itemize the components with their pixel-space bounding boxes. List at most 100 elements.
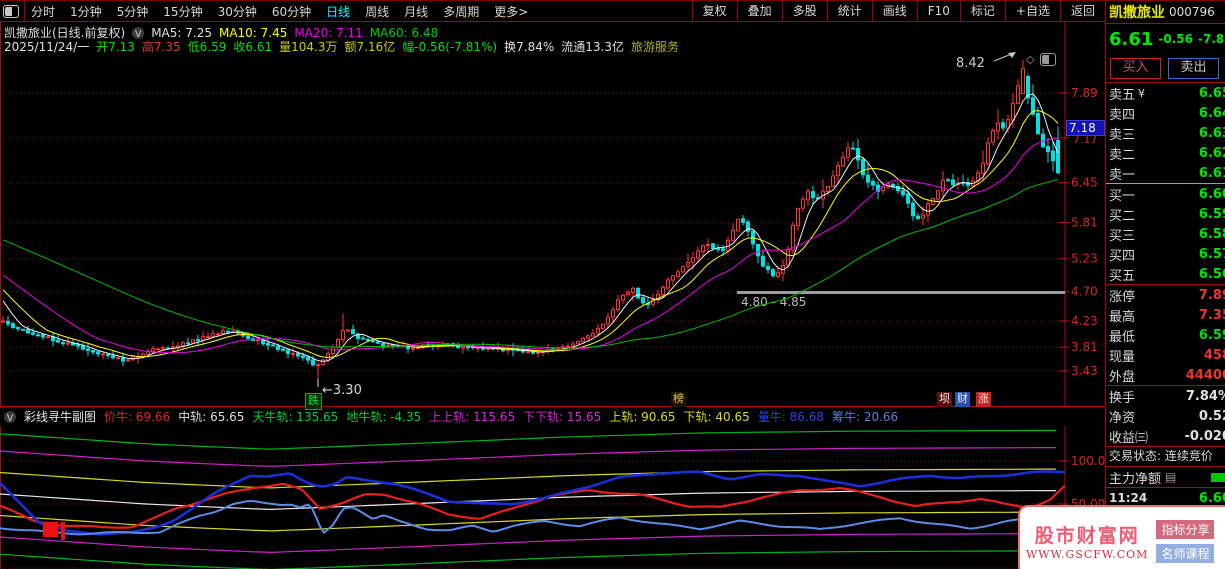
level-price: 458: [1203, 347, 1225, 363]
toolbar-button-返回[interactable]: 返回: [1059, 1, 1105, 21]
stat-row-外盘[interactable]: 外盘 44400: [1106, 365, 1225, 385]
level-label: 净资: [1109, 410, 1136, 426]
level-label: 买三: [1109, 228, 1136, 244]
tab-15分钟[interactable]: 15分钟: [163, 3, 202, 20]
indicator-legend-item: 量牛: 86.68: [757, 410, 824, 424]
panel-toggle-icon[interactable]: [1040, 53, 1057, 66]
level-label: 买二: [1109, 208, 1136, 224]
toolbar-button-叠加[interactable]: 叠加: [736, 1, 782, 21]
ask-row-卖一[interactable]: 卖一 6.61: [1106, 163, 1225, 183]
toolbar-button-画线[interactable]: 画线: [871, 1, 917, 21]
level-price: 6.59: [1198, 206, 1225, 222]
list-icon[interactable]: ▤: [1165, 470, 1176, 484]
watermark-text: 股市财富网 WWW.GSCFW.COM: [1026, 521, 1148, 561]
event-badge-跌: 跌: [305, 393, 322, 410]
ask-row-卖四[interactable]: 卖四 6.64: [1106, 103, 1225, 123]
stock-code: 000796: [1169, 5, 1215, 19]
event-badge-坝: 坝: [937, 392, 952, 407]
tab-周线[interactable]: 周线: [365, 3, 389, 20]
bid-row-买五[interactable]: 买五 6.56: [1106, 264, 1225, 284]
svg-text:3.81: 3.81: [1071, 340, 1098, 354]
svg-text:5.23: 5.23: [1071, 252, 1098, 266]
tab-30分钟[interactable]: 30分钟: [218, 3, 257, 20]
level-label: 卖二: [1109, 147, 1136, 163]
level-price: -0.020: [1184, 428, 1225, 444]
level-price: 6.60: [1198, 186, 1225, 202]
svg-text:8.42: 8.42: [956, 56, 985, 71]
level-label: 收益㈢: [1109, 430, 1149, 446]
level-label: 卖三: [1109, 127, 1136, 143]
stat-row-净资[interactable]: 净资 0.52: [1106, 406, 1225, 426]
indicator-legend-item: 中轨: 65.65: [178, 410, 245, 424]
toolbar-button-多股[interactable]: 多股: [781, 1, 827, 21]
toolbar-button-复权[interactable]: 复权: [691, 1, 737, 21]
svg-text:5.81: 5.81: [1071, 216, 1098, 230]
stat-row-最低[interactable]: 最低 6.59: [1106, 325, 1225, 345]
bid-row-买三[interactable]: 买三 6.58: [1106, 224, 1225, 244]
sell-button[interactable]: 卖出: [1168, 57, 1219, 79]
chevron-down-icon[interactable]: v: [132, 26, 145, 39]
level-label: 最高: [1109, 309, 1136, 325]
tab-多周期[interactable]: 多周期: [443, 3, 479, 20]
split-window-icon[interactable]: [3, 4, 19, 18]
ohlc-item: 额7.16亿: [344, 40, 396, 54]
svg-text:←3.30: ←3.30: [322, 383, 362, 398]
price-change: -0.56: [1158, 32, 1194, 46]
level-label: 换手: [1109, 390, 1136, 406]
level-price: 6.65: [1198, 85, 1225, 101]
stat-row-现量[interactable]: 现量 458: [1106, 345, 1225, 365]
tab-更多>[interactable]: 更多>: [494, 3, 528, 20]
ohlc-item: 旅游服务: [630, 40, 679, 54]
last-price: 6.61: [1109, 28, 1154, 50]
diamond-icon[interactable]: ◇: [1026, 53, 1034, 66]
watermark: 股市财富网 WWW.GSCFW.COM 指标分享 名师课程: [1018, 505, 1225, 569]
main-force-label: 主力净额: [1109, 471, 1162, 487]
tab-5分钟[interactable]: 5分钟: [117, 3, 149, 20]
last-price-tag: 7.18: [1066, 120, 1105, 136]
ask-row-卖五[interactable]: 卖五¥6.65: [1106, 83, 1225, 103]
bid-row-买二[interactable]: 买二 6.59: [1106, 204, 1225, 224]
stat-row-收益㈢[interactable]: 收益㈢ -0.020: [1106, 426, 1225, 446]
main-force-bar: [1211, 473, 1225, 482]
level-label: 外盘: [1109, 369, 1136, 385]
indicator-header: v 彩线寻牛副图 价牛: 69.66 中轨: 65.65 天牛轨: 135.65 地牛…: [0, 406, 1105, 426]
ask-row-卖二[interactable]: 卖二 6.62: [1106, 143, 1225, 163]
main-chart-canvas[interactable]: 7.896.455.815.234.704.233.813.437.174.80…: [0, 21, 1105, 406]
stat-row-最高[interactable]: 最高 7.35: [1106, 305, 1225, 325]
tab-月线[interactable]: 月线: [404, 3, 428, 20]
svg-text:4.70: 4.70: [1071, 285, 1098, 299]
level-price: 6.58: [1198, 226, 1225, 242]
ask-row-卖三[interactable]: 卖三 6.63: [1106, 123, 1225, 143]
toolbar-button-标记[interactable]: 标记: [959, 1, 1005, 21]
ohlc-item: 高7.35: [141, 40, 181, 54]
indicator-legend-item: 筹牛: 20.66: [831, 410, 899, 424]
level-price: 6.63: [1198, 125, 1225, 141]
indicator-legend-item: 上上轨: 115.65: [429, 410, 516, 424]
toolbar-button-F10[interactable]: F10: [916, 1, 960, 21]
toolbar-button-统计[interactable]: 统计: [826, 1, 872, 21]
main-force-row: 主力净额 ▤: [1106, 467, 1225, 487]
bid-levels: 买一 6.60 买二 6.59 买三 6.58 买四 6.57 买五 6.56: [1106, 184, 1225, 284]
indicator-chart-canvas[interactable]: 100.050.00: [0, 426, 1105, 569]
chevron-circle-icon[interactable]: v: [4, 410, 16, 423]
toolbar-button-+自选[interactable]: +自选: [1004, 1, 1060, 21]
level-price: 7.84%: [1185, 388, 1225, 404]
tab-1分钟[interactable]: 1分钟: [70, 3, 102, 20]
toolbar-buttons: 复权 叠加 多股 统计 画线 F10 标记 +自选 返回: [691, 1, 1105, 21]
level-label: 涨停: [1109, 289, 1136, 305]
tab-分时[interactable]: 分时: [31, 3, 55, 20]
level-price: 6.57: [1198, 246, 1225, 262]
stat-row-涨停[interactable]: 涨停 7.89: [1106, 285, 1225, 305]
buy-button[interactable]: 买入: [1110, 57, 1161, 79]
bid-row-买四[interactable]: 买四 6.57: [1106, 244, 1225, 264]
tab-60分钟[interactable]: 60分钟: [272, 3, 311, 20]
stat-row-换手[interactable]: 换手 7.84%: [1106, 386, 1225, 406]
indicator-legend-item: 下轨: 40.65: [683, 410, 750, 424]
ohlc-item: 2025/11/24/一: [4, 40, 90, 54]
stats-block-1: 涨停 7.89 最高 7.35 最低 6.59 现量 458 外盘 44400: [1106, 285, 1225, 385]
ohlc-item: 换7.84%: [504, 40, 555, 54]
level-price: 44400: [1185, 367, 1225, 383]
bid-row-买一[interactable]: 买一 6.60: [1106, 184, 1225, 204]
svg-text:6.45: 6.45: [1071, 176, 1098, 190]
tab-日线[interactable]: 日线: [326, 3, 350, 20]
